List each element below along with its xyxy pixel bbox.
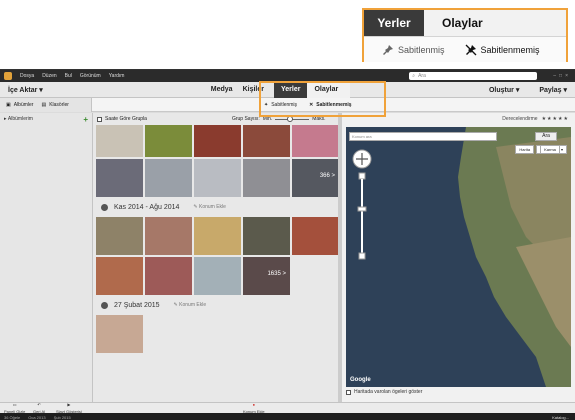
map-terrain [458, 127, 571, 387]
menu-help[interactable]: Yardım [109, 73, 125, 79]
photo-thumb[interactable] [145, 217, 192, 255]
my-albums-row[interactable]: ▸ Albümlerim + [0, 113, 92, 125]
toolbar-right: Oluştur ▾ Paylaş ▾ [489, 86, 567, 94]
section-check-icon[interactable] [101, 203, 108, 211]
callout-subtabs: Sabitlenmiş Sabitlenmemiş [364, 36, 566, 62]
album-icon: ▣ [6, 101, 11, 108]
map-search-button[interactable]: Ara [535, 131, 557, 141]
section-title: Kas 2014 - Ağu 2014 [114, 203, 180, 211]
photo-thumb-stack[interactable]: 1635 > [243, 257, 290, 295]
photo-thumb[interactable] [194, 217, 241, 255]
section-check-icon[interactable] [101, 301, 108, 309]
menu-edit[interactable]: Düzen [42, 73, 56, 79]
photo-thumb[interactable] [145, 159, 192, 197]
photo-thumb[interactable] [145, 125, 192, 157]
app-window: Dosya Düzen Bul Görünüm Yardım ⌕ Ara –□×… [0, 69, 575, 420]
search-icon: ⌕ [412, 73, 416, 79]
hide-panel-button[interactable]: ▭ Paneli Gizle [4, 400, 25, 414]
callout-unpinned-button[interactable]: Sabitlenmemiş [465, 44, 540, 56]
import-button[interactable]: İçe Aktar ▾ [8, 86, 43, 94]
status-bar: 36 Öğele Oca 2013 Şub 2015 Katalog... [0, 413, 575, 420]
callout-unpinned-label: Sabitlenmemiş [480, 44, 540, 55]
photo-thumb[interactable] [96, 315, 143, 353]
map-filter-row: Haritada varolan ögeleri göster [346, 389, 422, 395]
window-controls[interactable]: –□× [553, 73, 571, 79]
map-panel: Derecelendirme ★★★★★ Konum ara Ara Harit… [342, 113, 575, 402]
tab-media[interactable]: Medya [211, 86, 233, 93]
catalog-label[interactable]: Katalog... [552, 415, 569, 420]
menu-view[interactable]: Görünüm [80, 73, 101, 79]
photo-thumb-empty [292, 257, 339, 295]
add-location-button[interactable]: ● Konum Ekle [243, 400, 265, 414]
panel-icon: ▭ [12, 402, 17, 407]
map-view[interactable]: Konum ara Ara Harita Karma ▾ Google [346, 127, 571, 387]
photo-thumb[interactable] [243, 159, 290, 197]
search-input[interactable]: ⌕ Ara [409, 72, 538, 80]
callout-pinned-label: Sabitlenmiş [398, 44, 445, 55]
event-section-header: 27 Şubat 2015 ✎ Konum Ekle [93, 295, 342, 315]
stack-count[interactable]: 1635 > [267, 271, 286, 277]
add-location-link[interactable]: ✎ Konum Ekle [193, 204, 226, 210]
map-type-switch: Harita Karma ▾ [515, 145, 567, 154]
photo-thumb[interactable] [292, 217, 339, 255]
group-slider[interactable] [275, 115, 310, 122]
photo-grid-2: 1635 > [93, 217, 342, 295]
map-type-map[interactable]: Harita [515, 145, 535, 154]
stack-count[interactable]: 366 > [320, 173, 335, 179]
add-album-icon[interactable]: + [83, 115, 88, 124]
map-search-input[interactable]: Konum ara [349, 131, 497, 141]
undo-button[interactable]: ↶ Geri Al [33, 400, 45, 414]
photo-thumb[interactable] [243, 125, 290, 157]
callout-zoom: Yerler Olaylar Sabitlenmiş Sabitlenmemiş [362, 8, 568, 62]
undo-icon: ↶ [37, 402, 41, 407]
tab-folders[interactable]: ▤ Klasörler [41, 102, 68, 108]
location-pin-icon: ● [252, 402, 255, 407]
photo-thumb[interactable] [194, 159, 241, 197]
map-type-hybrid[interactable]: Karma ▾ [536, 145, 567, 154]
photo-thumb[interactable] [96, 257, 143, 295]
tab-albums[interactable]: ▣ Albümler [6, 102, 33, 108]
google-logo: Google [350, 377, 371, 383]
show-on-map-checkbox[interactable] [346, 389, 351, 395]
rating-stars[interactable]: ★★★★★ [542, 116, 569, 122]
photo-thumb-stack[interactable]: 366 > [292, 159, 339, 197]
photo-thumb[interactable] [243, 217, 290, 255]
photo-thumb[interactable] [194, 125, 241, 157]
section-title: 27 Şubat 2015 [114, 301, 160, 309]
photo-grid-3 [93, 315, 342, 353]
folder-icon: ▤ [41, 101, 47, 108]
photo-thumb[interactable] [96, 217, 143, 255]
map-search-row: Konum ara Ara [349, 131, 571, 141]
bottom-bar: ▭ Paneli Gizle ↶ Geri Al ▶ Slayt Gösterisi … [0, 400, 575, 414]
event-section-header: Kas 2014 - Ağu 2014 ✎ Konum Ekle [93, 197, 342, 217]
media-grid-panel: Saate Göre Grupla Grup Sayısı: Min. Maks… [93, 113, 342, 402]
callout-tabs: Yerler Olaylar [364, 10, 566, 36]
pin-icon [383, 44, 393, 55]
photo-thumb[interactable] [292, 125, 339, 157]
photo-thumb[interactable] [96, 159, 143, 197]
map-zoom-control[interactable] [352, 149, 372, 269]
photo-thumb[interactable] [96, 125, 143, 157]
left-tabs: ▣ Albümler ▤ Klasörler [0, 97, 92, 112]
create-button[interactable]: Oluştur ▾ [489, 86, 519, 94]
photo-thumb[interactable] [194, 257, 241, 295]
unpin-icon [465, 44, 476, 55]
slideshow-button[interactable]: ▶ Slayt Gösterisi [56, 400, 82, 414]
left-panel: ▸ Albümlerim + [0, 113, 93, 402]
app-logo-icon [4, 72, 12, 80]
share-button[interactable]: Paylaş ▾ [539, 86, 567, 94]
callout-tab-events[interactable]: Olaylar [424, 10, 566, 36]
menu-file[interactable]: Dosya [20, 73, 34, 79]
callout-pinned-button[interactable]: Sabitlenmiş [382, 44, 445, 56]
play-icon: ▶ [67, 402, 71, 407]
photo-grid-1: 366 > [93, 125, 342, 197]
highlight-box [259, 81, 386, 117]
callout-tab-places[interactable]: Yerler [364, 10, 424, 36]
group-by-time-checkbox[interactable] [97, 116, 102, 122]
menu-find[interactable]: Bul [65, 73, 72, 79]
add-location-link[interactable]: ✎ Konum Ekle [174, 302, 207, 308]
photo-thumb[interactable] [145, 257, 192, 295]
